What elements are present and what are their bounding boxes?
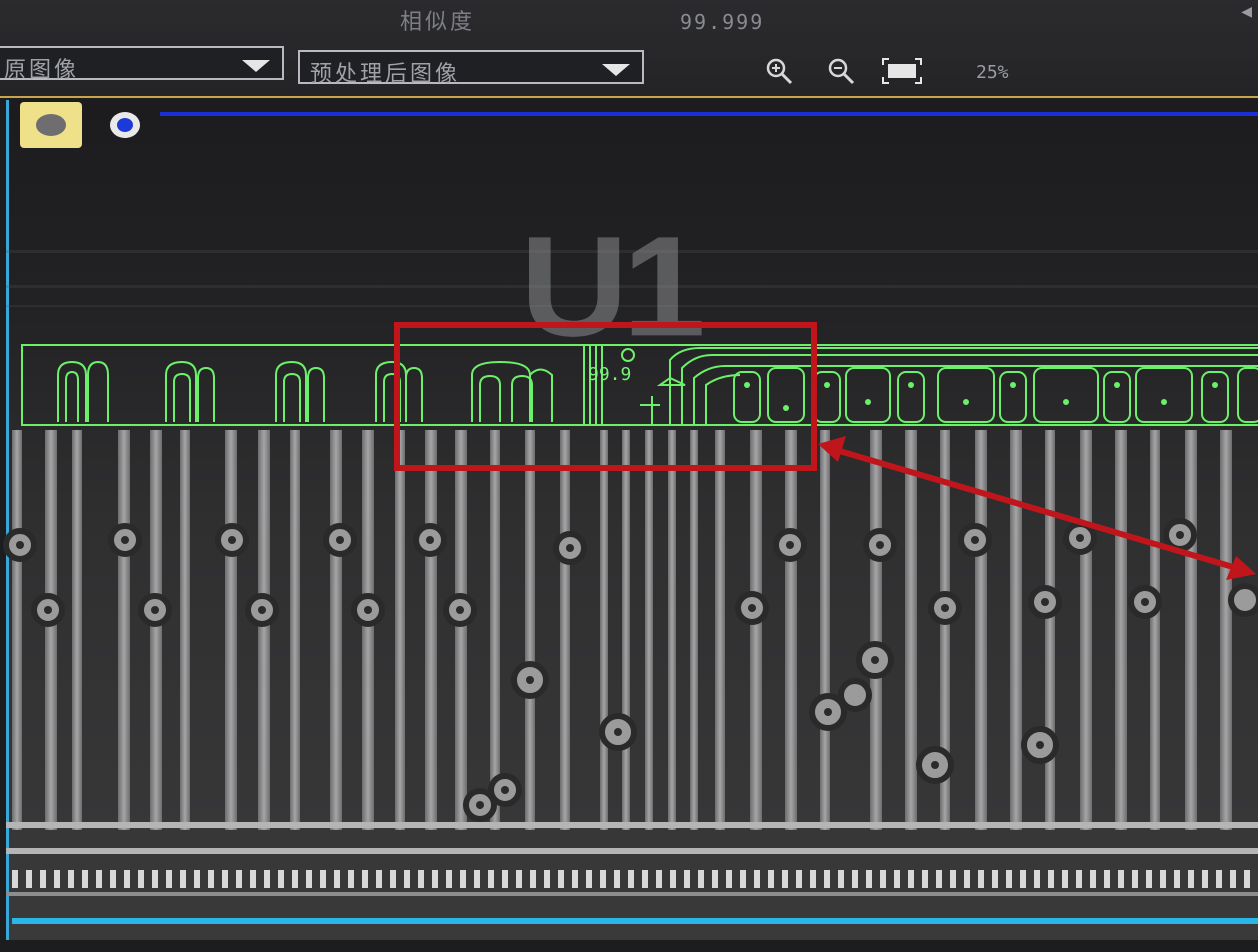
annotation-layer — [394, 322, 1256, 580]
circle-fill-tool-button[interactable] — [20, 102, 82, 148]
arrowhead-left-icon — [818, 436, 846, 462]
radio-dot-icon — [117, 118, 133, 132]
bottom-roi-rule — [12, 918, 1258, 924]
top-roi-rule — [160, 112, 1258, 116]
highlight-box — [394, 322, 817, 471]
circle-outline-tool-button[interactable] — [110, 112, 140, 138]
circle-fill-icon — [36, 114, 66, 136]
annotation-arrow — [825, 444, 1251, 575]
